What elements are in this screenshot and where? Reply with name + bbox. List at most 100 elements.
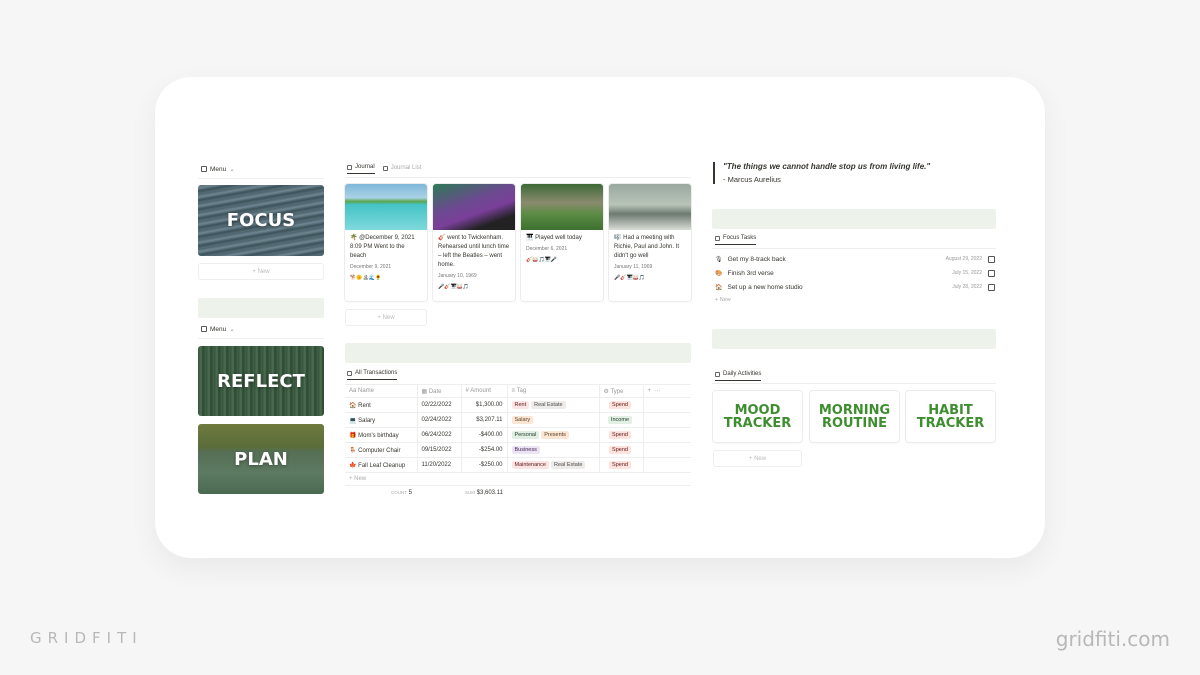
cell-tag[interactable]: Personal Presents [506, 427, 599, 443]
cell-amount[interactable]: -$250.00 [460, 457, 507, 473]
journal-tabs: Journal Journal List [347, 164, 421, 174]
cell-amount[interactable]: -$400.00 [460, 427, 507, 443]
journal-card[interactable]: 🎼 Had a meeting with Richie, Paul and Jo… [609, 184, 691, 301]
cell-name[interactable]: 🎁 Mom's birthday [345, 427, 417, 443]
table-row[interactable]: 🏠 Rent 02/22/2022 $1,300.00 Rent Real Estate… [345, 397, 691, 413]
cell-type[interactable]: Spend [598, 427, 643, 443]
quote-block: "The things we cannot handle stop us fro… [713, 162, 993, 184]
plan-tile[interactable]: PLAN [198, 424, 324, 494]
column-header-date[interactable]: ▦ Date [416, 384, 461, 398]
gallery-icon [201, 326, 207, 332]
journal-card[interactable]: 🌴 @December 9, 2021 8:09 PM Went to the … [345, 184, 427, 301]
cell-type[interactable]: Income [598, 412, 643, 428]
tab-journal-list[interactable]: Journal List [382, 165, 421, 174]
gridfiti-url: gridfiti.com [1055, 627, 1170, 651]
cell-amount[interactable]: $1,300.00 [460, 397, 507, 413]
task-item[interactable]: 🎙 Get my 8-track back August 29, 2022 [715, 252, 995, 266]
journal-card[interactable]: 🎸 went to Twickenham. Rehearsed until lu… [433, 184, 515, 301]
new-journal-button[interactable]: + New [345, 309, 427, 326]
cell-tag[interactable]: Business [506, 442, 599, 458]
card-icon: 🌴 [350, 235, 358, 241]
cell-tag[interactable]: Rent Real Estate [506, 397, 599, 413]
cell-name[interactable]: 💻 Salary [345, 412, 417, 428]
gallery-icon [347, 164, 352, 170]
task-name[interactable]: Set up a new home studio [727, 284, 952, 291]
menu-dropdown-1[interactable]: Menu ⌄ [201, 165, 235, 173]
divider [712, 248, 996, 249]
tab-all-transactions[interactable]: All Transactions [347, 370, 398, 380]
tag-pill: Real Estate [551, 461, 586, 469]
column-header-amount[interactable]: # Amount [460, 384, 507, 398]
new-activity-button[interactable]: + New [713, 450, 802, 467]
transactions-table: Aa Name ▦ Date # Amount ≡ Tag ⚙ Type + ·… [345, 384, 691, 500]
card-cover-image [521, 184, 603, 230]
task-icon: 🏠 [715, 284, 723, 291]
focus-tile[interactable]: FOCUS [198, 185, 324, 256]
table-row[interactable]: 🪑 Computer Chair 09/15/2022 -$254.00 Busine… [345, 442, 691, 458]
tab-focus-tasks[interactable]: Focus Tasks [715, 235, 757, 245]
calendar-icon: ▦ [421, 388, 429, 395]
table-summary: COUNT 5 SUM $3,603.11 [391, 490, 503, 496]
habit-tracker-card[interactable]: HABIT TRACKER [906, 391, 995, 442]
new-button[interactable]: + New [198, 263, 324, 280]
task-date: August 29, 2022 [945, 256, 982, 262]
cell-date[interactable]: 09/15/2022 [416, 442, 461, 458]
chevron-down-icon: ⌄ [229, 166, 235, 173]
task-checkbox[interactable] [988, 269, 995, 277]
task-checkbox[interactable] [988, 255, 995, 263]
type-pill: Spend [609, 446, 631, 454]
cell-name[interactable]: 🏠 Rent [345, 397, 417, 413]
tab-journal[interactable]: Journal [347, 164, 375, 174]
cell-amount[interactable]: -$254.00 [460, 442, 507, 458]
cell-type[interactable]: Spend [598, 442, 643, 458]
cell-date[interactable]: 02/22/2022 [416, 397, 461, 413]
tag-pill: Salary [511, 416, 534, 424]
mood-tracker-card[interactable]: MOOD TRACKER [713, 391, 802, 442]
task-date: July 15, 2022 [952, 270, 982, 276]
column-header-name[interactable]: Aa Name [345, 384, 417, 398]
menu-dropdown-2[interactable]: Menu ⌄ [201, 325, 235, 333]
cell-type[interactable]: Spend [598, 457, 643, 473]
tab-daily-activities[interactable]: Daily Activities [715, 371, 762, 381]
row-icon: 🎁 [349, 432, 357, 439]
divider [198, 338, 324, 339]
table-row[interactable]: 🍁 Fall Leaf Cleanup 11/20/2022 -$250.00 Mai… [345, 457, 691, 473]
task-item[interactable]: 🏠 Set up a new home studio July 28, 2022 [715, 280, 995, 294]
cell-tag[interactable]: Maintenance Real Estate [506, 457, 599, 473]
task-name[interactable]: Finish 3rd verse [727, 270, 952, 277]
cell-name[interactable]: 🪑 Computer Chair [345, 442, 417, 458]
task-icon: 🎙 [715, 256, 723, 263]
cell-tag[interactable]: Salary [506, 412, 599, 428]
table-row[interactable]: 💻 Salary 02/24/2022 $3,207.11 Salary Income [345, 412, 691, 428]
table-icon [347, 370, 352, 376]
divider [345, 177, 691, 178]
row-icon: 🍁 [349, 462, 357, 469]
task-checkbox[interactable] [988, 283, 995, 291]
cell-amount[interactable]: $3,207.11 [460, 412, 507, 428]
task-date: July 28, 2022 [952, 284, 982, 290]
card-icon: 🎸 [438, 235, 446, 241]
cell-date[interactable]: 02/24/2022 [416, 412, 461, 428]
cell-date[interactable]: 06/24/2022 [416, 427, 461, 443]
tag-pill: Real Estate [531, 401, 566, 409]
task-icon: 🎨 [715, 270, 723, 277]
new-row-button[interactable]: + New [345, 473, 691, 486]
task-name[interactable]: Get my 8-track back [728, 256, 946, 263]
column-header-type[interactable]: ⚙ Type [598, 384, 643, 398]
new-task-button[interactable]: + New [715, 297, 731, 303]
cell-date[interactable]: 11/20/2022 [416, 457, 461, 473]
column-header-tag[interactable]: ≡ Tag [506, 384, 599, 398]
cell-name[interactable]: 🍁 Fall Leaf Cleanup [345, 457, 417, 473]
journal-card[interactable]: 🎹 Played well today December 6, 2021 🎸🥁🎵… [521, 184, 603, 301]
task-item[interactable]: 🎨 Finish 3rd verse July 15, 2022 [715, 266, 995, 280]
add-column-button[interactable]: + ··· [642, 384, 691, 398]
callout-block [345, 343, 691, 363]
row-icon: 🏠 [349, 402, 357, 409]
table-row[interactable]: 🎁 Mom's birthday 06/24/2022 -$400.00 Person… [345, 427, 691, 443]
reflect-tile[interactable]: REFLECT [198, 346, 324, 416]
cell-type[interactable]: Spend [598, 397, 643, 413]
tag-pill: Rent [511, 401, 530, 409]
gridfiti-logo: GRIDFITI [30, 629, 143, 647]
morning-routine-card[interactable]: MORNING ROUTINE [810, 391, 899, 442]
tag-pill: Business [511, 446, 540, 454]
